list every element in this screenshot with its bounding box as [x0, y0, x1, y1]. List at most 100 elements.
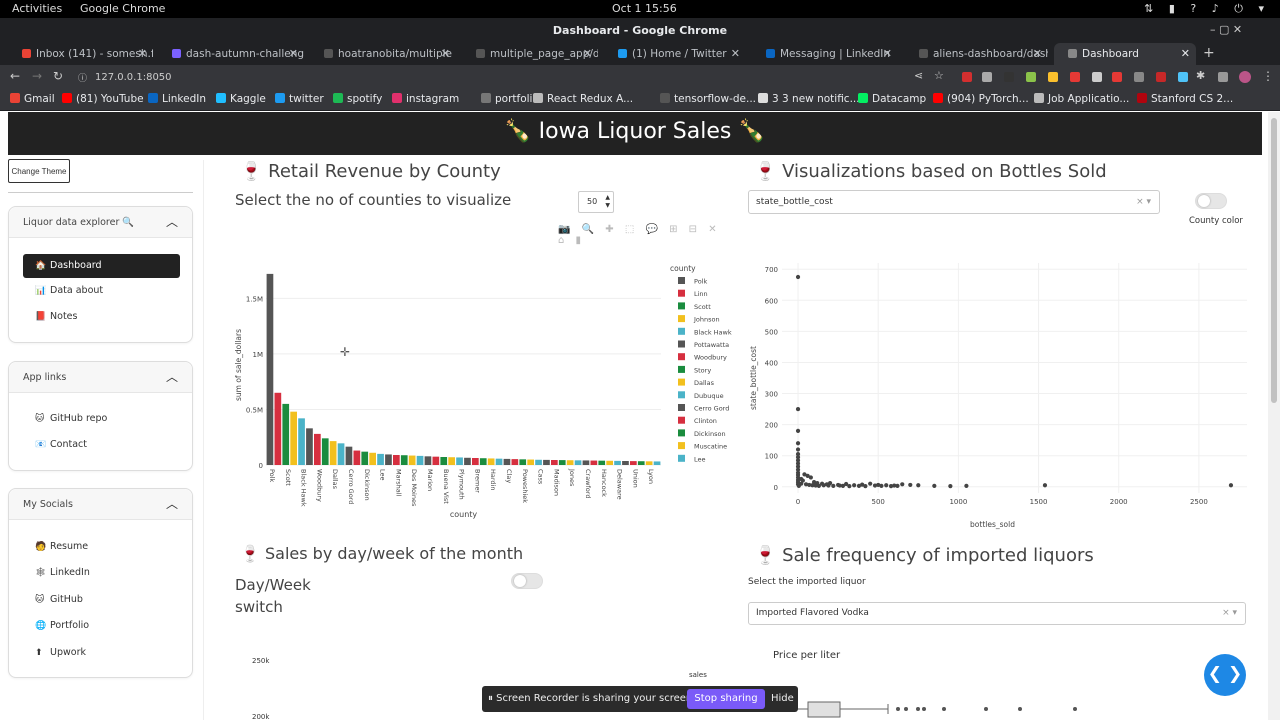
browser-tab[interactable]: Inbox (141) - somesh.fe ✕ — [8, 43, 153, 65]
y-tick-label: 600 — [765, 297, 778, 305]
clock[interactable]: Oct 1 15:56 — [612, 2, 677, 15]
bookmark-item[interactable]: instagram — [392, 93, 459, 105]
browser-tab[interactable]: multiple_page_app/da ✕ — [462, 43, 598, 65]
browser-tab[interactable]: dash-autumn-challeng ✕ — [158, 43, 304, 65]
extension-icon[interactable] — [1134, 72, 1144, 82]
bookmark-item[interactable]: LinkedIn — [148, 93, 206, 105]
hide-button[interactable]: Hide — [771, 693, 794, 704]
plot-modebar[interactable]: 📷 🔍 ✚ ⬚ 💬 ⊞ ⊟ ✕ ⌂ ▮ — [558, 224, 730, 246]
clear-and-caret-icon[interactable]: × ▾ — [1136, 191, 1151, 213]
stop-sharing-button[interactable]: Stop sharing — [687, 689, 765, 709]
share-icon[interactable]: ⋖ — [914, 69, 923, 82]
extension-icon[interactable] — [1026, 72, 1036, 82]
bookmark-item[interactable]: Stanford CS 2... — [1137, 93, 1233, 105]
nav-dashboard[interactable]: 🏠 Dashboard — [23, 254, 180, 278]
forward-icon[interactable]: → — [32, 69, 42, 83]
activities-button[interactable]: Activities — [12, 2, 62, 15]
bookmark-item[interactable]: Datacamp — [858, 93, 926, 105]
browser-tab[interactable]: aliens-dashboard/dash ✕ — [905, 43, 1048, 65]
nav-portfolio[interactable]: 🌐 Portfolio — [23, 614, 180, 638]
bookmark-item[interactable]: tensorflow-de... — [660, 93, 756, 105]
bookmark-item[interactable]: 3 3 new notific... — [758, 93, 860, 105]
nav-upwork[interactable]: ⬆ Upwork — [23, 641, 180, 665]
day-week-toggle[interactable] — [511, 573, 543, 589]
nav-github[interactable]: 🐱 GitHub — [23, 588, 180, 612]
change-theme-button[interactable]: Change Theme — [8, 159, 70, 183]
tab-close-icon[interactable]: ✕ — [1181, 43, 1190, 65]
nav-notes[interactable]: 📕 Notes — [23, 305, 180, 329]
address-bar[interactable]: 127.0.0.1:8050 — [95, 69, 925, 86]
browser-tab[interactable]: Dashboard ✕ — [1054, 43, 1196, 65]
window-controls[interactable]: – ▢ ✕ — [1210, 22, 1242, 38]
bottles-scatter-chart[interactable]: 0 100 200 300 400 500 600 700 0 500 1000 1500 2000 25… — [748, 255, 1253, 535]
system-tray-icons[interactable]: ⇅ ▮ ? ♪ ⏻ ▾ — [1144, 2, 1270, 16]
bookmark-item[interactable]: React Redux A... — [533, 93, 633, 105]
chevron-up-icon[interactable]: ︿ — [166, 489, 178, 520]
bookmark-item[interactable]: Gmail — [10, 93, 55, 105]
tab-close-icon[interactable]: ✕ — [138, 43, 147, 65]
bookmark-item[interactable]: (81) YouTube — [62, 93, 144, 105]
clear-and-caret-icon[interactable]: × ▾ — [1222, 603, 1237, 624]
extension-icon[interactable] — [982, 72, 992, 82]
nav-contact[interactable]: 📧 Contact — [23, 433, 180, 457]
county-color-toggle[interactable] — [1195, 193, 1227, 209]
browser-tab[interactable]: (1) Home / Twitter ✕ — [604, 43, 746, 65]
y-axis-title: state_bottle_cost — [749, 346, 758, 410]
extension-icon[interactable] — [1178, 72, 1188, 82]
price-box-plot[interactable] — [790, 696, 1090, 720]
tab-close-icon[interactable]: ✕ — [883, 43, 892, 65]
bookmark-item[interactable]: Kaggle — [216, 93, 266, 105]
bookmark-item[interactable]: Job Applicatio... — [1034, 93, 1129, 105]
extension-icon[interactable] — [1092, 72, 1102, 82]
nav-resume[interactable]: 🧑 Resume — [23, 535, 180, 559]
tab-close-icon[interactable]: ✕ — [441, 43, 450, 65]
imported-liquor-dropdown[interactable]: Imported Flavored Vodka × ▾ — [748, 602, 1246, 625]
kebab-menu-icon[interactable]: ⋮ — [1262, 69, 1274, 83]
chevron-up-icon[interactable]: ︿ — [166, 207, 178, 238]
legend-label: Johnson — [693, 316, 720, 324]
retail-revenue-bar-chart[interactable]: 0 0.5M 1M 1.5M Polk Scott Black Hawk Woodbury Da… — [228, 255, 738, 525]
extension-icon[interactable] — [1218, 72, 1228, 82]
bottles-metric-dropdown[interactable]: state_bottle_cost × ▾ — [748, 190, 1160, 214]
bar — [614, 460, 621, 465]
bookmark-star-icon[interactable]: ☆ — [934, 69, 944, 82]
nav-linkedin[interactable]: 🕸 LinkedIn — [23, 561, 180, 585]
extension-icon[interactable] — [1048, 72, 1058, 82]
tab-close-icon[interactable]: ✕ — [583, 43, 592, 65]
tab-close-icon[interactable]: ✕ — [1033, 43, 1042, 65]
nav-github-repo[interactable]: 🐱 GitHub repo — [23, 407, 180, 431]
stepper-arrows-icon[interactable]: ▲ ▼ — [605, 194, 610, 210]
nav-data-about[interactable]: 📊 Data about — [23, 279, 180, 303]
extension-icon[interactable] — [962, 72, 972, 82]
bookmark-item[interactable]: (904) PyTorch... — [933, 93, 1029, 105]
extension-icon[interactable] — [1112, 72, 1122, 82]
bookmark-item[interactable]: portfolio — [481, 93, 539, 105]
scatter-point — [795, 274, 801, 280]
extension-icon[interactable] — [1156, 72, 1166, 82]
page-scrollbar[interactable] — [1268, 112, 1280, 720]
back-icon[interactable]: ← — [10, 69, 20, 83]
applinks-card-header[interactable]: App links ︿ — [9, 362, 192, 393]
profile-avatar[interactable] — [1239, 71, 1251, 83]
explorer-card-header[interactable]: Liquor data explorer 🔍 ︿ — [9, 207, 192, 238]
new-tab-button[interactable]: + — [1203, 45, 1215, 61]
tab-close-icon[interactable]: ✕ — [289, 43, 298, 65]
extensions-puzzle-icon[interactable]: ✱ — [1196, 69, 1205, 82]
browser-tab[interactable]: Messaging | LinkedIn ✕ — [752, 43, 898, 65]
county-count-input[interactable]: 50 ▲ ▼ — [578, 191, 614, 213]
chevron-up-icon[interactable]: ︿ — [166, 362, 178, 393]
reload-icon[interactable]: ↻ — [53, 69, 63, 83]
bookmark-item[interactable]: twitter — [275, 93, 324, 105]
active-app-label[interactable]: Google Chrome — [80, 2, 165, 15]
bookmark-item[interactable]: spotify — [333, 93, 382, 105]
site-info-icon[interactable]: ⓘ — [78, 71, 87, 84]
socials-card-header[interactable]: My Socials ︿ — [9, 489, 192, 520]
scrollbar-thumb[interactable] — [1271, 118, 1277, 403]
scatter-point — [808, 475, 813, 480]
extension-icon[interactable] — [1004, 72, 1014, 82]
code-toggle-fab[interactable]: ❮ ❯ — [1204, 654, 1246, 696]
tab-close-icon[interactable]: ✕ — [731, 43, 740, 65]
extension-icon[interactable] — [1070, 72, 1080, 82]
browser-tab[interactable]: hoatranobita/multiple ✕ — [310, 43, 456, 65]
scatter-point — [964, 483, 969, 488]
